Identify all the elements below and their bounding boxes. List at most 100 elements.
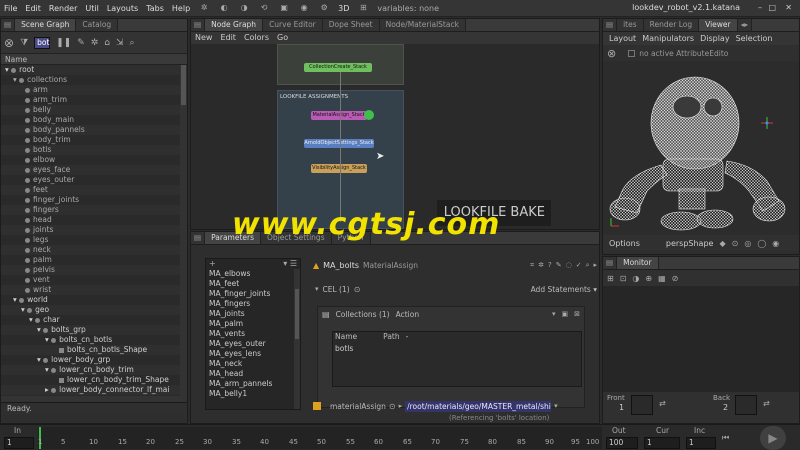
- lock-icon[interactable]: [313, 402, 321, 410]
- tree-row[interactable]: ▾ collections: [1, 75, 187, 85]
- close-icon[interactable]: ✕: [785, 3, 792, 12]
- wire-icon[interactable]: ◯: [757, 239, 766, 248]
- tree-row[interactable]: neck: [1, 245, 187, 255]
- wrench-icon[interactable]: ✎: [556, 261, 562, 269]
- list-item[interactable]: MA_arm_pannels: [206, 379, 300, 389]
- tree-row[interactable]: ▾ geo: [1, 305, 187, 315]
- menu-util[interactable]: Util: [81, 4, 102, 13]
- list-item[interactable]: MA_head: [206, 369, 300, 379]
- grid-icon[interactable]: ⊙: [732, 239, 739, 248]
- menu-selection[interactable]: Selection: [736, 32, 773, 45]
- tab-menu-icon[interactable]: ▤: [191, 232, 206, 244]
- tree-row[interactable]: body_main: [1, 115, 187, 125]
- list-item[interactable]: MA_vents: [206, 329, 300, 339]
- list-item[interactable]: MA_belly1: [206, 389, 300, 399]
- render-icon[interactable]: ◐: [218, 3, 230, 13]
- tab-menu-icon[interactable]: ▤: [603, 19, 618, 31]
- tab-material-stack[interactable]: Node/MaterialStack: [379, 19, 466, 31]
- tab-curve-editor[interactable]: Curve Editor: [263, 19, 323, 31]
- menu-file[interactable]: File: [0, 4, 21, 13]
- channel-icon[interactable]: ◑: [632, 274, 639, 283]
- menu-render[interactable]: Render: [45, 4, 81, 13]
- node-visibility-assign[interactable]: VisibilityAssign_Stack: [311, 164, 367, 173]
- tree-row[interactable]: ▾ world: [1, 295, 187, 305]
- list-item[interactable]: MA_palm: [206, 319, 300, 329]
- column-header-name[interactable]: Name: [1, 54, 187, 65]
- list-item[interactable]: MA_feet: [206, 279, 300, 289]
- menu-tabs[interactable]: Tabs: [142, 4, 168, 13]
- minimize-icon[interactable]: –: [758, 3, 762, 12]
- cur-field[interactable]: 1: [644, 437, 680, 449]
- tab-menu-icon[interactable]: ▤: [1, 19, 16, 31]
- exposure-icon[interactable]: ⊕: [645, 274, 652, 283]
- material-path-field[interactable]: /root/materials/geo/MASTER_metal/shiny/l: [405, 400, 552, 412]
- col-dash[interactable]: -: [406, 332, 409, 342]
- menu-layouts[interactable]: Layouts: [103, 4, 142, 13]
- attribute-checkbox[interactable]: [628, 49, 636, 57]
- stop-icon[interactable]: ◉: [298, 3, 310, 13]
- help-icon[interactable]: ?: [548, 261, 552, 269]
- tree-row[interactable]: eyes_face: [1, 165, 187, 175]
- tree-row[interactable]: legs: [1, 235, 187, 245]
- back-swap-icon[interactable]: ⇄: [763, 399, 770, 408]
- tree-row[interactable]: body_trim: [1, 135, 187, 145]
- tab-node-graph[interactable]: Node Graph: [205, 19, 264, 31]
- tab-dope-sheet[interactable]: Dope Sheet: [322, 19, 380, 31]
- inc-field[interactable]: 1: [686, 437, 716, 449]
- list-item[interactable]: MA_eyes_lens: [206, 349, 300, 359]
- table-row[interactable]: botls: [333, 344, 581, 353]
- material-info-icon[interactable]: ⊙: [389, 402, 396, 411]
- tab-menu-icon[interactable]: ▤: [191, 19, 206, 31]
- out-field[interactable]: 100: [606, 437, 638, 449]
- pause-icon[interactable]: ❚❚: [56, 38, 71, 48]
- menu-new[interactable]: New: [195, 32, 212, 44]
- add-icon[interactable]: +: [209, 259, 216, 269]
- tree-row[interactable]: body_pannels: [1, 125, 187, 135]
- tree-row[interactable]: bolts_cn_botls_Shape: [1, 345, 187, 355]
- back-value[interactable]: 2: [723, 403, 728, 412]
- view-icon[interactable]: ⌗: [530, 261, 534, 270]
- mode-3d[interactable]: 3D: [334, 4, 353, 13]
- clear-icon[interactable]: ⊗: [607, 47, 616, 60]
- tree-row[interactable]: pelvis: [1, 265, 187, 275]
- tree-row[interactable]: fingers: [1, 205, 187, 215]
- search-icon[interactable]: ⌕: [586, 261, 590, 270]
- add-statements-button[interactable]: Add Statements ▾: [531, 285, 597, 294]
- filter-icon[interactable]: ⧩: [20, 38, 28, 48]
- tree-row[interactable]: arm_trim: [1, 95, 187, 105]
- tab-viewer[interactable]: Viewer: [699, 19, 738, 31]
- camera-dropdown[interactable]: perspShape: [666, 239, 714, 248]
- node-material-assign[interactable]: MaterialAssign_Stack: [311, 111, 367, 120]
- lights-icon[interactable]: ◎: [744, 239, 751, 248]
- path-menu-icon[interactable]: ▾: [554, 402, 558, 410]
- tree-row[interactable]: head: [1, 215, 187, 225]
- render-settings-icon[interactable]: ✲: [198, 3, 210, 13]
- edit-icon[interactable]: ✲: [538, 261, 544, 269]
- comment-icon[interactable]: ◌: [566, 261, 572, 269]
- monitor-image[interactable]: [603, 286, 799, 392]
- menu-edit[interactable]: Edit: [220, 32, 236, 44]
- tree-row[interactable]: ▾ lower_body_grp: [1, 355, 187, 365]
- expand-icon[interactable]: ⇲: [116, 38, 124, 48]
- tab-catalog[interactable]: Catalog: [76, 19, 119, 31]
- collapse-arrow-icon[interactable]: ▾: [315, 285, 319, 293]
- fit-icon[interactable]: ⊡: [620, 274, 627, 283]
- tree-row[interactable]: lower_cn_body_trim_Shape: [1, 375, 187, 385]
- lock-icon[interactable]: ⌂: [104, 38, 110, 48]
- timeline-ruler[interactable]: 1 5 10 15 20 25 30 35 40 45 50 55 60 65 …: [38, 427, 602, 449]
- tree-row[interactable]: finger_joints: [1, 195, 187, 205]
- col-path[interactable]: Path: [383, 332, 399, 342]
- tree-row[interactable]: arm: [1, 85, 187, 95]
- delete-icon[interactable]: ⊠: [574, 310, 580, 318]
- node-name[interactable]: MA_bolts: [323, 261, 359, 270]
- settings-icon[interactable]: ⚙: [318, 3, 330, 13]
- tree-scrollbar[interactable]: [180, 65, 187, 396]
- tree-row[interactable]: ▾ root: [1, 65, 187, 75]
- node-view-flag[interactable]: [364, 110, 374, 120]
- tree-row[interactable]: botls: [1, 145, 187, 155]
- tree-row[interactable]: ▾ lower_cn_body_trim: [1, 365, 187, 375]
- play-back-icon[interactable]: ⏮: [722, 433, 729, 443]
- list-item[interactable]: MA_elbows: [206, 269, 300, 279]
- list-item[interactable]: MA_eyes_outer: [206, 339, 300, 349]
- menu-colors[interactable]: Colors: [244, 32, 269, 44]
